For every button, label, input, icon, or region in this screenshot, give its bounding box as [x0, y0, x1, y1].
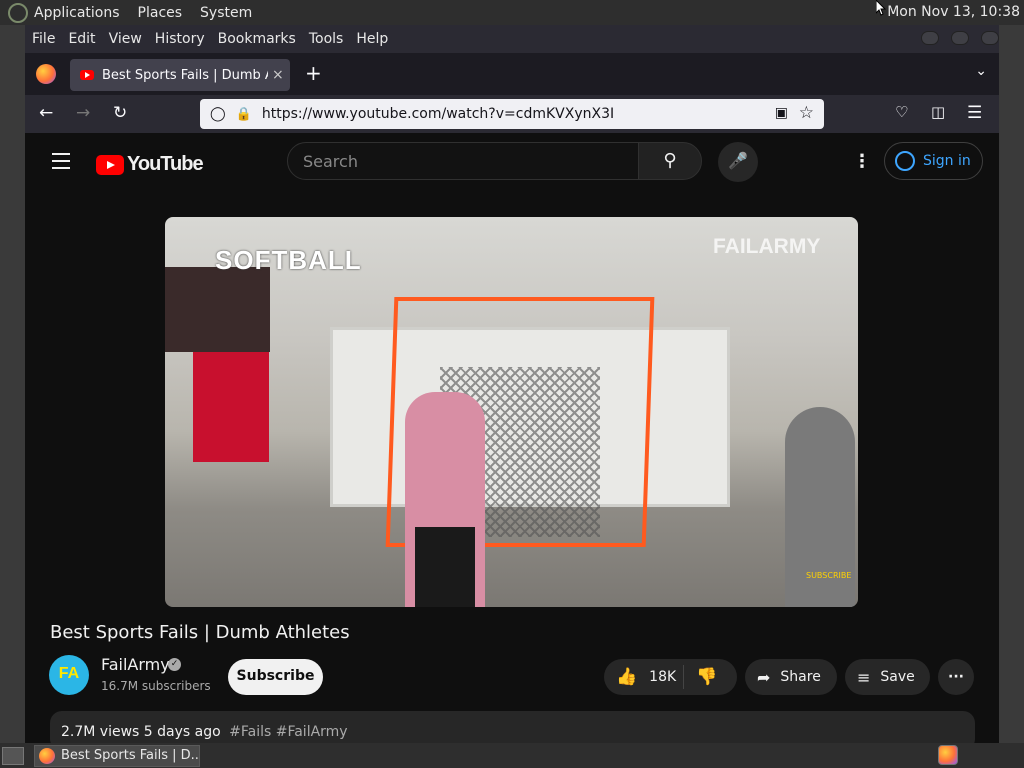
minimize-button[interactable] — [921, 31, 939, 45]
video-title: Best Sports Fails | Dumb Athletes — [50, 622, 350, 643]
list-all-tabs-icon[interactable]: ⌄ — [975, 63, 987, 79]
save-label: Save — [880, 669, 915, 685]
thumbs-down-icon: 👎 — [696, 667, 718, 687]
tab-title: Best Sports Fails | Dumb Athletes — [102, 67, 268, 83]
search-icon: ⚲ — [663, 150, 677, 171]
channel-name[interactable]: FailArmy — [101, 655, 170, 674]
applications-menu[interactable]: Applications — [34, 5, 120, 21]
places-menu[interactable]: Places — [138, 5, 183, 21]
address-bar[interactable]: ◯ 🔒 https://www.youtube.com/watch?v=cdmK… — [200, 99, 824, 129]
taskbar: Best Sports Fails | D... — [0, 743, 1024, 768]
youtube-favicon-icon — [80, 70, 94, 80]
playlist-add-icon: ≡ — [857, 667, 871, 687]
youtube-play-icon — [96, 154, 124, 175]
save-button[interactable]: ≡ Save — [845, 659, 930, 695]
pocket-icon[interactable]: ♡ — [895, 103, 908, 121]
maximize-button[interactable] — [951, 31, 969, 45]
menu-help[interactable]: Help — [356, 31, 388, 47]
picture-in-picture-icon[interactable]: ▣ — [775, 105, 788, 121]
verified-badge-icon: ✓ — [168, 658, 181, 671]
dislike-button[interactable]: 👎 — [684, 667, 717, 687]
search-input[interactable]: Search — [287, 142, 639, 180]
menu-view[interactable]: View — [109, 31, 142, 47]
video-scene-flag — [193, 352, 269, 462]
menu-history[interactable]: History — [155, 31, 205, 47]
tab-bar: Best Sports Fails | Dumb Athletes × + ⌄ — [25, 53, 999, 95]
clock[interactable]: Mon Nov 13, 10:38 — [887, 4, 1020, 20]
menu-edit[interactable]: Edit — [68, 31, 95, 47]
more-actions-button[interactable]: ··· — [938, 659, 974, 695]
view-count: 2.7M views — [61, 724, 140, 740]
subscriber-count: 16.7M subscribers — [101, 679, 211, 693]
extensions-icon[interactable]: ◫ — [931, 103, 945, 121]
close-window-button[interactable] — [981, 31, 999, 45]
tray-firefox-icon[interactable] — [938, 745, 958, 765]
microphone-icon: 🎤 — [728, 151, 748, 170]
show-desktop-icon[interactable] — [2, 746, 24, 765]
youtube-wordmark: YouTube — [127, 153, 204, 175]
firefox-view-icon[interactable] — [36, 64, 56, 84]
description-box[interactable]: 2.7M views 5 days ago #Fails #FailArmy — [50, 711, 975, 743]
account-icon — [895, 151, 915, 171]
share-arrow-icon: ➦ — [757, 667, 771, 687]
reload-icon[interactable]: ↻ — [113, 103, 127, 123]
search-button[interactable]: ⚲ — [638, 142, 702, 180]
url-text[interactable]: https://www.youtube.com/watch?v=cdmKVXyn… — [262, 106, 614, 122]
video-watermark: FAILARMY — [713, 235, 821, 258]
hamburger-menu-icon[interactable]: ☰ — [967, 103, 982, 123]
video-overlay-title: SOFTBALL — [215, 245, 362, 275]
taskbar-window-button[interactable]: Best Sports Fails | D... — [34, 744, 200, 767]
like-dislike-group: 👍 18K 👎 — [604, 659, 737, 695]
channel-avatar[interactable]: FA — [49, 655, 89, 695]
video-player[interactable]: SOFTBALL FAILARMY SUBSCRIBE — [165, 217, 858, 607]
subscribe-button[interactable]: Subscribe — [228, 659, 323, 695]
forward-icon[interactable]: → — [76, 103, 90, 123]
upload-age: 5 days ago — [143, 724, 221, 740]
new-tab-button[interactable]: + — [305, 61, 322, 85]
hashtags[interactable]: #Fails #FailArmy — [229, 724, 347, 740]
video-scene-banner — [165, 267, 270, 352]
guide-menu-icon[interactable] — [52, 153, 70, 174]
tab-youtube[interactable]: Best Sports Fails | Dumb Athletes × — [70, 59, 290, 91]
mouse-cursor-icon — [876, 0, 886, 16]
desktop-top-panel: Applications Places System Mon Nov 13, 1… — [0, 0, 1024, 25]
settings-kebab-icon[interactable]: ⋮ — [853, 151, 871, 172]
menu-file[interactable]: File — [32, 31, 55, 47]
share-label: Share — [780, 669, 821, 685]
taskbar-window-title: Best Sports Fails | D... — [61, 748, 200, 763]
menu-bookmarks[interactable]: Bookmarks — [218, 31, 296, 47]
browser-menubar: File Edit View History Bookmarks Tools H… — [25, 25, 999, 53]
video-subscribe-watermark: SUBSCRIBE — [806, 571, 852, 580]
video-scene-batter — [405, 392, 485, 607]
thumbs-up-icon: 👍 — [616, 667, 638, 687]
share-button[interactable]: ➦ Share — [745, 659, 837, 695]
system-menu[interactable]: System — [200, 5, 252, 21]
like-button[interactable]: 👍 18K — [604, 665, 684, 689]
youtube-page: YouTube Search ⚲ 🎤 ⋮ Sign in SOFTBALL FA… — [25, 133, 999, 743]
bookmark-star-icon[interactable]: ☆ — [799, 103, 814, 123]
browser-window: File Edit View History Bookmarks Tools H… — [25, 25, 999, 743]
lock-icon[interactable]: 🔒 — [236, 107, 252, 122]
sign-in-label: Sign in — [923, 153, 971, 169]
distro-logo-icon[interactable] — [8, 2, 28, 23]
youtube-logo[interactable]: YouTube — [96, 153, 204, 176]
tab-close-icon[interactable]: × — [272, 67, 284, 83]
like-count: 18K — [649, 669, 677, 685]
firefox-icon — [39, 747, 55, 764]
window-controls — [921, 31, 999, 45]
sign-in-button[interactable]: Sign in — [884, 142, 983, 180]
tracking-protection-shield-icon[interactable]: ◯ — [210, 106, 226, 122]
navigation-bar: ← → ↻ ◯ 🔒 https://www.youtube.com/watch?… — [25, 95, 999, 133]
voice-search-button[interactable]: 🎤 — [718, 142, 758, 182]
back-icon[interactable]: ← — [39, 103, 53, 123]
menu-tools[interactable]: Tools — [309, 31, 344, 47]
